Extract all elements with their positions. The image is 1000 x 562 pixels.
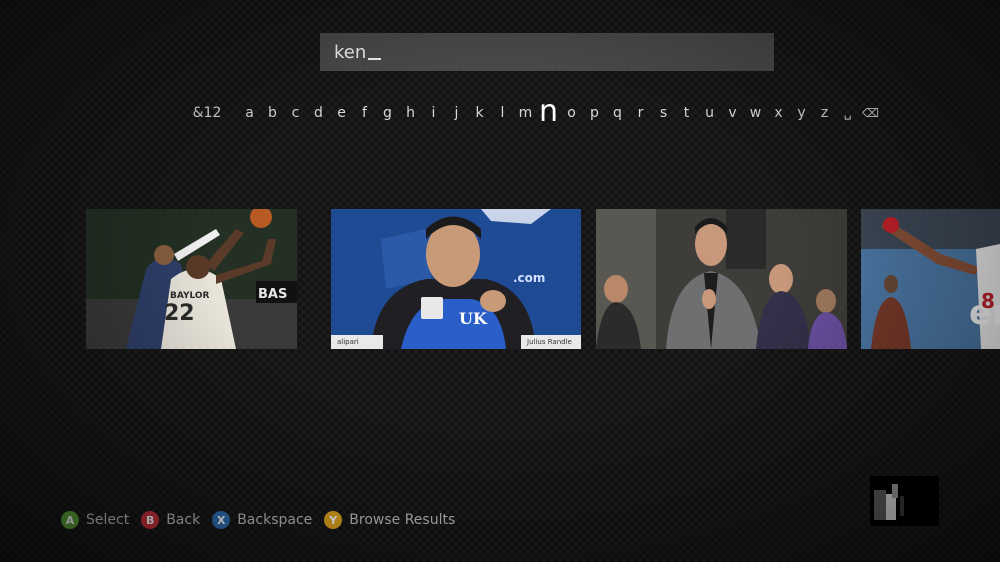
text-cursor xyxy=(368,58,382,60)
back-hint[interactable]: B Back xyxy=(141,511,200,529)
result-thumbnail-courtside-coach[interactable] xyxy=(596,209,847,349)
key-w[interactable]: w xyxy=(744,105,767,121)
key-s[interactable]: s xyxy=(652,105,675,121)
key-l[interactable]: l xyxy=(491,105,514,121)
browse-results-hint-label: Browse Results xyxy=(349,512,456,528)
arena-ad-text: BAS xyxy=(258,287,288,302)
key-c[interactable]: c xyxy=(284,105,307,121)
controller-x-button-icon: X xyxy=(212,511,231,529)
key-x[interactable]: x xyxy=(767,105,790,121)
jersey-team-text: BAYLOR xyxy=(170,291,210,301)
backspace-icon[interactable]: ⌫ xyxy=(859,106,882,120)
controller-b-button-icon: B xyxy=(141,511,160,529)
backspace-hint[interactable]: X Backspace xyxy=(212,511,312,529)
key-r[interactable]: r xyxy=(629,105,652,121)
key-o[interactable]: o xyxy=(560,105,583,121)
key-y[interactable]: y xyxy=(790,105,813,121)
back-hint-label: Back xyxy=(166,512,201,528)
browse-results-hint[interactable]: Y Browse Results xyxy=(324,511,455,529)
select-hint[interactable]: A Select xyxy=(61,511,129,529)
result-thumbnail-basketball[interactable]: BAYLOR 22 BAS xyxy=(86,209,297,349)
result-thumbnail-press-conference[interactable]: .com UK alipari Julius Randle xyxy=(331,209,581,349)
backspace-hint-label: Backspace xyxy=(237,512,313,528)
mini-preview-thumbnail xyxy=(870,476,939,526)
onscreen-keyboard: &12 a b c d e f g h i j k l m n o p q r … xyxy=(185,96,882,130)
key-b[interactable]: b xyxy=(261,105,284,121)
key-symbols[interactable]: &12 xyxy=(185,105,229,121)
kentucky-logo: UK xyxy=(459,309,487,328)
jersey-number: 22 xyxy=(164,301,195,326)
result-thumbnail-player-partial[interactable]: er 8 xyxy=(861,209,1000,349)
key-u[interactable]: u xyxy=(698,105,721,121)
key-q[interactable]: q xyxy=(606,105,629,121)
basketball-photo xyxy=(86,209,297,349)
key-g[interactable]: g xyxy=(376,105,399,121)
key-p[interactable]: p xyxy=(583,105,606,121)
controller-a-button-icon: A xyxy=(61,511,79,529)
key-j[interactable]: j xyxy=(445,105,468,121)
controller-y-button-icon: Y xyxy=(324,511,343,529)
key-i[interactable]: i xyxy=(422,105,445,121)
key-f[interactable]: f xyxy=(353,105,376,121)
key-m[interactable]: m xyxy=(514,105,537,121)
key-n-selected[interactable]: n xyxy=(537,97,560,127)
search-screen: ken &12 a b c d e f g h i j k l m n o p … xyxy=(0,0,1000,562)
key-a[interactable]: a xyxy=(238,105,261,121)
key-t[interactable]: t xyxy=(675,105,698,121)
key-e[interactable]: e xyxy=(330,105,353,121)
backdrop-brand-text: .com xyxy=(513,271,546,285)
search-input[interactable]: ken xyxy=(320,33,774,71)
select-hint-label: Select xyxy=(86,512,130,528)
courtside-coach-photo xyxy=(596,209,847,349)
key-k[interactable]: k xyxy=(468,105,491,121)
controller-hints: A Select B Back X Backspace Y Browse Res… xyxy=(61,511,467,529)
key-h[interactable]: h xyxy=(399,105,422,121)
search-query-text: ken xyxy=(334,41,367,63)
nameplate-right: Julius Randle xyxy=(521,335,581,349)
key-z[interactable]: z xyxy=(813,105,836,121)
nameplate-left: alipari xyxy=(331,335,383,349)
key-v[interactable]: v xyxy=(721,105,744,121)
key-d[interactable]: d xyxy=(307,105,330,121)
jersey-number: 8 xyxy=(981,289,995,313)
space-icon[interactable]: ␣ xyxy=(836,106,859,120)
